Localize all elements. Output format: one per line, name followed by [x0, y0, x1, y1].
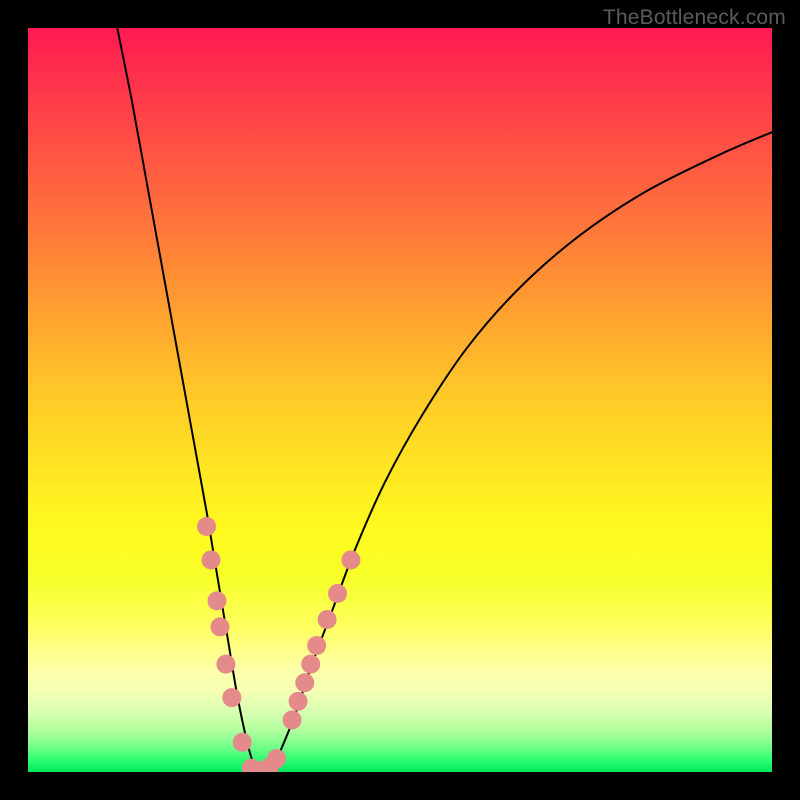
chart-overlay	[28, 28, 772, 772]
marker-point	[289, 692, 308, 711]
marker-point	[328, 584, 347, 603]
marker-point	[295, 673, 314, 692]
marker-point	[307, 636, 326, 655]
marker-point	[222, 688, 241, 707]
chart-plot-area	[28, 28, 772, 772]
marker-point	[216, 655, 235, 674]
curve-line	[117, 28, 772, 772]
marker-point	[283, 710, 302, 729]
marker-point	[197, 517, 216, 536]
marker-point	[202, 550, 221, 569]
marker-point	[210, 617, 229, 636]
marker-point	[341, 550, 360, 569]
marker-point	[267, 749, 286, 768]
marker-point	[301, 655, 320, 674]
marker-point	[207, 591, 226, 610]
attribution-watermark: TheBottleneck.com	[603, 6, 786, 30]
marker-point	[233, 733, 252, 752]
marker-point	[318, 610, 337, 629]
